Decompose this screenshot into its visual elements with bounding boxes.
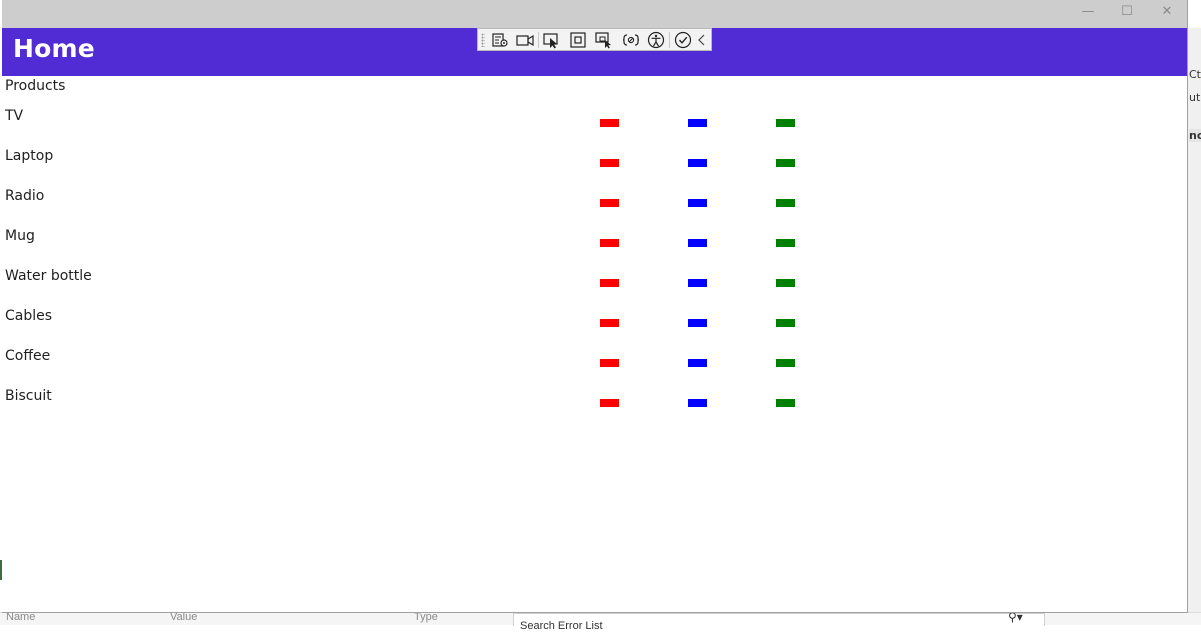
blue-swatch [688, 359, 707, 367]
red-swatch [600, 319, 619, 327]
green-swatch [776, 119, 795, 127]
list-item: Water bottle [5, 268, 825, 308]
red-swatch [600, 239, 619, 247]
list-item: Coffee [5, 348, 825, 388]
red-swatch [600, 279, 619, 287]
collapse-chevron-icon[interactable] [695, 31, 709, 49]
ide-bottom-panel: Name Value Type Search Error List ⚲▾ [0, 610, 1201, 632]
green-swatch [776, 199, 795, 207]
product-name: Cables [5, 308, 53, 324]
green-swatch [776, 159, 795, 167]
list-item: Biscuit [5, 388, 825, 428]
page-title: Home [13, 34, 95, 63]
red-swatch [600, 399, 619, 407]
xaml-debug-toolbar [477, 28, 712, 51]
product-name: Biscuit [5, 388, 52, 404]
product-name: Mug [5, 228, 35, 244]
blue-swatch [688, 199, 707, 207]
ide-fragment: no [1189, 129, 1201, 142]
video-icon[interactable] [515, 31, 535, 49]
accessibility-icon[interactable] [646, 31, 666, 49]
binding-failures-icon[interactable] [621, 31, 641, 49]
red-swatch [600, 159, 619, 167]
checkmark-icon[interactable] [673, 31, 693, 49]
blue-swatch [688, 279, 707, 287]
ide-fragment: utD [1189, 91, 1201, 104]
green-swatch [776, 359, 795, 367]
ide-right-panel: Ctr utD no [1187, 28, 1201, 624]
blue-swatch [688, 319, 707, 327]
title-bar[interactable]: — ☐ ✕ [2, 0, 1187, 28]
ide-fragment: Ctr [1189, 68, 1201, 81]
product-name: Radio [5, 188, 45, 204]
red-swatch [600, 359, 619, 367]
drag-grip-icon[interactable] [481, 33, 485, 47]
blue-swatch [688, 159, 707, 167]
minimize-button[interactable]: — [1068, 0, 1108, 24]
app-window: — ☐ ✕ Home Products TV Laptop Radio Mug [2, 0, 1188, 613]
error-list-search-placeholder: Search Error List [520, 620, 603, 632]
live-visual-tree-icon[interactable] [490, 31, 510, 49]
blue-swatch [688, 119, 707, 127]
green-swatch [776, 279, 795, 287]
maximize-button[interactable]: ☐ [1107, 0, 1147, 24]
green-swatch [776, 399, 795, 407]
list-item: TV [5, 108, 825, 148]
select-element-icon[interactable] [542, 31, 562, 49]
green-swatch [776, 319, 795, 327]
display-adorners-icon[interactable] [568, 31, 588, 49]
blue-swatch [688, 239, 707, 247]
list-item: Radio [5, 188, 825, 228]
toolbar-separator [669, 32, 670, 48]
error-list-search-input[interactable]: Search Error List [513, 613, 1045, 632]
toolbar-separator [538, 32, 539, 48]
close-button[interactable]: ✕ [1147, 0, 1187, 24]
green-swatch [776, 239, 795, 247]
product-name: Water bottle [5, 268, 92, 284]
products-title: Products [5, 78, 66, 94]
product-name: TV [5, 108, 24, 124]
list-item: Mug [5, 228, 825, 268]
track-focus-icon[interactable] [594, 31, 614, 49]
product-name: Laptop [5, 148, 54, 164]
red-swatch [600, 199, 619, 207]
product-name: Coffee [5, 348, 51, 364]
list-item: Cables [5, 308, 825, 348]
blue-swatch [688, 399, 707, 407]
list-item: Laptop [5, 148, 825, 188]
red-swatch [600, 119, 619, 127]
